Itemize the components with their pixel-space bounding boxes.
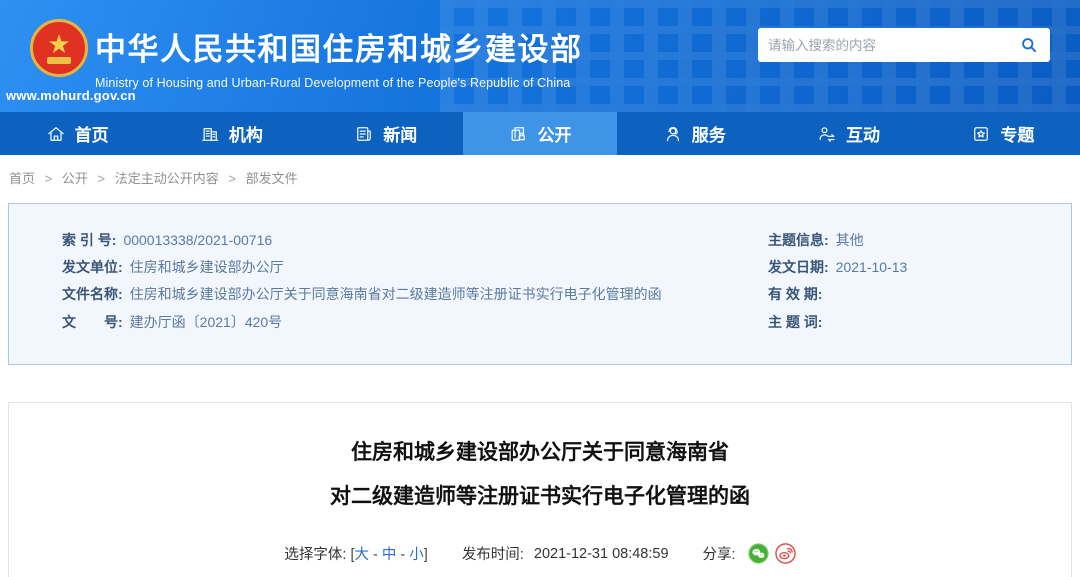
search-input[interactable] <box>768 37 1018 53</box>
weibo-share-icon[interactable] <box>774 543 796 564</box>
meta-label: 文件名称: <box>62 286 123 303</box>
article-title: 住房和城乡建设部办公厅关于同意海南省 对二级建造师等注册证书实行电子化管理的函 <box>9 431 1071 519</box>
meta-label: 主 题 词: <box>768 313 823 330</box>
meta-label: 发文日期: <box>768 259 829 276</box>
font-size-options: [大 - 中 - 小] <box>350 543 427 564</box>
organization-icon <box>202 127 219 141</box>
meta-value: 住房和城乡建设部办公厅 <box>129 259 284 276</box>
meta-row-index-number: 索 引 号: 000013338/2021-00716 <box>62 226 752 253</box>
breadcrumb-disclosure[interactable]: 公开 <box>62 171 88 186</box>
nav-item-interaction[interactable]: 互动 <box>771 112 925 155</box>
meta-column-left: 索 引 号: 000013338/2021-00716 发文单位: 住房和城乡建… <box>62 226 752 336</box>
nav-label: 互动 <box>846 126 881 145</box>
font-size-selector: 选择字体: [大 - 中 - 小] <box>284 543 427 564</box>
news-icon <box>357 126 372 141</box>
breadcrumb: 首页 > 公开 > 法定主动公开内容 > 部发文件 <box>9 168 298 187</box>
nav-label: 机构 <box>228 126 263 145</box>
meta-value: 其他 <box>835 231 864 248</box>
meta-row-topic-info: 主题信息: 其他 <box>768 226 1068 253</box>
site-title-en: Ministry of Housing and Urban-Rural Deve… <box>95 76 571 90</box>
meta-row-document-number: 文 号: 建办厅函〔2021〕420号 <box>62 308 752 335</box>
meta-row-keywords: 主 题 词: <box>768 308 1068 335</box>
wechat-share-icon[interactable] <box>747 543 769 564</box>
site-title-cn: 中华人民共和国住房和城乡建设部 <box>95 32 583 67</box>
meta-label: 索 引 号: <box>62 231 117 248</box>
meta-value: 建办厅函〔2021〕420号 <box>129 313 283 330</box>
breadcrumb-home[interactable]: 首页 <box>9 171 35 186</box>
meta-row-validity: 有 效 期: <box>768 281 1068 308</box>
meta-label: 发文单位: <box>62 259 123 276</box>
nav-label: 首页 <box>74 126 109 145</box>
breadcrumb-separator: > <box>228 171 236 186</box>
breadcrumb-separator: > <box>44 171 53 186</box>
interaction-icon <box>819 126 835 142</box>
site-title-block: 中华人民共和国住房和城乡建设部 Ministry of Housing and … <box>95 24 583 90</box>
document-meta-box: 索 引 号: 000013338/2021-00716 发文单位: 住房和城乡建… <box>8 203 1072 365</box>
nav-item-organization[interactable]: 机构 <box>154 112 308 155</box>
search-box <box>758 28 1050 62</box>
publish-time-label: 发布时间: <box>461 547 528 563</box>
meta-label: 主题信息: <box>768 231 829 248</box>
font-size-separator: - <box>396 547 410 563</box>
topics-icon <box>974 126 989 141</box>
nav-label: 公开 <box>537 126 572 145</box>
nav-label: 新闻 <box>383 126 418 145</box>
meta-row-issue-date: 发文日期: 2021-10-13 <box>768 253 1068 280</box>
breadcrumb-statutory-content[interactable]: 法定主动公开内容 <box>115 171 219 186</box>
article-box: 住房和城乡建设部办公厅关于同意海南省 对二级建造师等注册证书实行电子化管理的函 … <box>8 402 1072 577</box>
font-selector-label: 选择字体: <box>284 547 351 563</box>
publish-time-value: 2021-12-31 08:48:59 <box>533 545 669 562</box>
share-label: 分享: <box>702 547 740 563</box>
article-meta-row: 选择字体: [大 - 中 - 小] 发布时间: 2021-12-31 08:48… <box>9 543 1071 564</box>
meta-column-right: 主题信息: 其他 发文日期: 2021-10-13 有 效 期: 主 题 词: <box>768 226 1068 336</box>
publish-time: 发布时间: 2021-12-31 08:48:59 <box>462 543 669 564</box>
national-emblem-icon <box>30 19 88 77</box>
meta-value: 2021-10-13 <box>835 259 908 276</box>
share-block: 分享: <box>703 543 796 564</box>
nav-item-news[interactable]: 新闻 <box>309 112 463 155</box>
meta-label: 有 效 期: <box>768 286 823 303</box>
font-size-medium[interactable]: 中 <box>382 547 397 563</box>
meta-row-document-name: 文件名称: 住房和城乡建设部办公厅关于同意海南省对二级建造师等注册证书实行电子化… <box>62 281 752 308</box>
font-size-separator: - <box>369 547 382 563</box>
font-size-small[interactable]: 小 <box>409 547 424 563</box>
nav-item-disclosure[interactable]: 公开 <box>462 112 618 155</box>
bracket-close: ] <box>423 547 428 563</box>
nav-item-topics[interactable]: 专题 <box>926 112 1080 155</box>
nav-item-home[interactable]: 首页 <box>0 112 154 155</box>
share-icons <box>747 543 796 564</box>
disclosure-icon <box>512 126 526 141</box>
nav-item-service[interactable]: 服务 <box>617 112 771 155</box>
search-icon[interactable] <box>1018 34 1040 56</box>
meta-row-issuing-unit: 发文单位: 住房和城乡建设部办公厅 <box>62 253 752 280</box>
meta-value: 000013338/2021-00716 <box>123 231 273 248</box>
nav-label: 专题 <box>1000 126 1035 145</box>
article-title-line2: 对二级建造师等注册证书实行电子化管理的函 <box>330 485 750 508</box>
site-header: www.mohurd.gov.cn 中华人民共和国住房和城乡建设部 Minist… <box>0 0 1080 112</box>
home-icon <box>47 126 64 141</box>
font-size-large[interactable]: 大 <box>355 547 370 563</box>
nav-label: 服务 <box>691 126 726 145</box>
service-icon <box>666 126 679 141</box>
main-nav: 首页 机构 新闻 公开 服务 互动 专题 <box>0 112 1080 155</box>
breadcrumb-ministry-documents[interactable]: 部发文件 <box>246 171 298 186</box>
article-title-line1: 住房和城乡建设部办公厅关于同意海南省 <box>351 441 729 464</box>
meta-label: 文 号: <box>62 313 123 330</box>
meta-value: 住房和城乡建设部办公厅关于同意海南省对二级建造师等注册证书实行电子化管理的函 <box>129 286 662 303</box>
breadcrumb-separator: > <box>97 171 106 186</box>
site-url: www.mohurd.gov.cn <box>6 88 136 103</box>
